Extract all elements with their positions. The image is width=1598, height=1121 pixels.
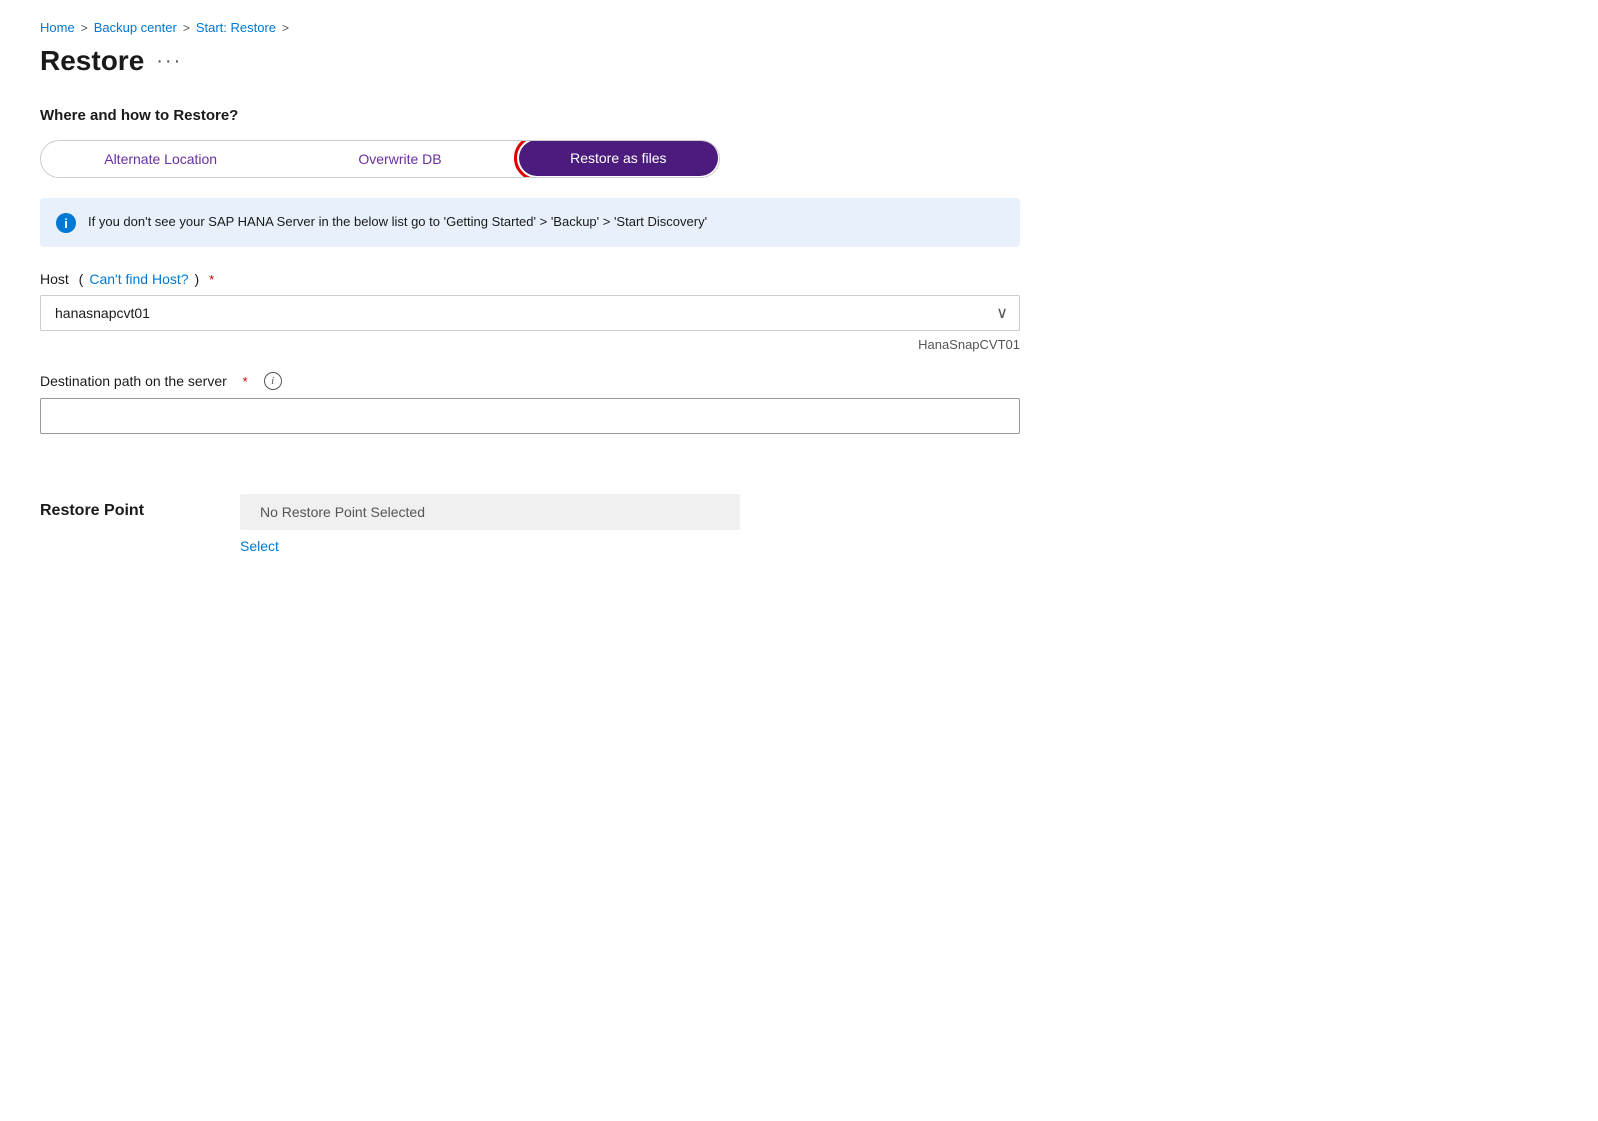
info-icon: i [56,213,76,233]
host-field-label: Host ( Can't find Host? ) * [40,271,1558,287]
info-box: i If you don't see your SAP HANA Server … [40,198,1020,247]
info-text: If you don't see your SAP HANA Server in… [88,212,707,232]
page-title: Restore [40,45,144,77]
tab-restore-as-files[interactable]: Restore as files [519,140,718,176]
destination-path-input[interactable] [40,398,1020,434]
restore-type-tabs: Alternate Location Overwrite DB Restore … [40,140,720,178]
breadcrumb-sep-1: > [81,21,88,35]
restore-point-info: No Restore Point Selected Select [240,494,740,554]
breadcrumb-start-restore[interactable]: Start: Restore [196,20,276,35]
host-dropdown[interactable]: hanasnapcvt01 [40,295,1020,331]
more-options-button[interactable]: ··· [156,50,182,73]
restore-point-section: Restore Point No Restore Point Selected … [40,494,1558,554]
breadcrumb-sep-2: > [183,21,190,35]
destination-field-label: Destination path on the server * i [40,372,1558,390]
destination-info-icon[interactable]: i [264,372,282,390]
host-required-star: * [209,272,214,287]
restore-section-title: Where and how to Restore? [40,107,1558,124]
cant-find-host-link[interactable]: Can't find Host? [89,271,188,287]
restore-point-select-link[interactable]: Select [240,538,740,554]
breadcrumb-sep-3: > [282,21,289,35]
destination-required-star: * [243,374,248,389]
breadcrumb-backup-center[interactable]: Backup center [94,20,177,35]
host-dropdown-wrapper: hanasnapcvt01 ∨ [40,295,1020,331]
tab-overwrite-db[interactable]: Overwrite DB [280,141,519,177]
host-label-text: Host [40,271,69,287]
host-hint: HanaSnapCVT01 [40,337,1020,352]
breadcrumb-home[interactable]: Home [40,20,75,35]
destination-label-text: Destination path on the server [40,373,227,389]
breadcrumb: Home > Backup center > Start: Restore > [40,20,1558,35]
tab-alternate-location[interactable]: Alternate Location [41,141,280,177]
restore-point-label: Restore Point [40,494,200,520]
no-restore-point-box: No Restore Point Selected [240,494,740,530]
